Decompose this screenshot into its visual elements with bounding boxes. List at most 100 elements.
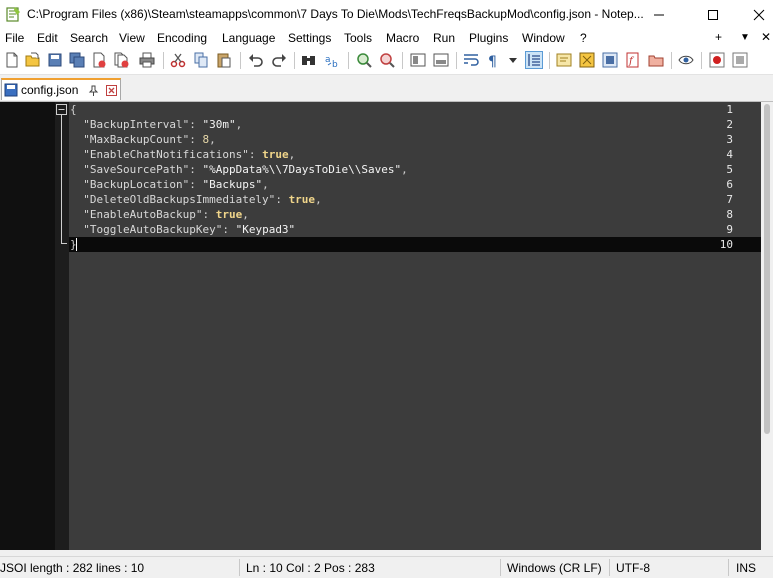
new-tab-plus-icon[interactable]: + bbox=[715, 30, 722, 44]
record-macro-icon[interactable] bbox=[709, 52, 725, 68]
code-line: "DeleteOldBackupsImmediately": true, bbox=[70, 192, 322, 207]
close-tab-icon[interactable] bbox=[106, 85, 117, 96]
menu-search[interactable]: Search bbox=[70, 31, 108, 45]
scrollbar-thumb[interactable] bbox=[764, 104, 770, 434]
menu-window[interactable]: Window bbox=[522, 31, 565, 45]
toolbar-separator bbox=[240, 52, 241, 69]
close-all-icon[interactable] bbox=[113, 52, 129, 68]
line-number: 7 bbox=[726, 193, 733, 206]
line-number: 9 bbox=[726, 223, 733, 236]
fold-line bbox=[61, 115, 62, 243]
tab-label: config.json bbox=[21, 83, 79, 97]
fold-end bbox=[61, 243, 67, 244]
menu-help[interactable]: ? bbox=[580, 31, 587, 45]
fold-collapse-icon[interactable] bbox=[56, 104, 67, 115]
code-token: , bbox=[235, 118, 243, 131]
code-line: "EnableAutoBackup": true, bbox=[70, 207, 249, 222]
folder-as-workspace-icon[interactable]: f bbox=[625, 52, 641, 68]
status-separator bbox=[500, 559, 501, 576]
sync-vertical-icon[interactable] bbox=[410, 52, 426, 68]
code-token: "BackupInterval" bbox=[83, 118, 190, 131]
code-line: "BackupLocation": "Backups", bbox=[70, 177, 268, 192]
status-eol[interactable]: Windows (CR LF) bbox=[507, 561, 602, 575]
copy-icon[interactable] bbox=[193, 52, 209, 68]
function-list-icon[interactable] bbox=[602, 52, 618, 68]
menu-run[interactable]: Run bbox=[433, 31, 455, 45]
menu-settings[interactable]: Settings bbox=[288, 31, 331, 45]
code-token: , bbox=[315, 193, 322, 206]
new-file-icon[interactable] bbox=[4, 52, 20, 68]
menu-tools[interactable]: Tools bbox=[344, 31, 372, 45]
line-number: 1 bbox=[726, 103, 733, 116]
redo-icon[interactable] bbox=[271, 52, 287, 68]
close-icon bbox=[753, 9, 765, 20]
code-token: true bbox=[262, 148, 289, 161]
menu-bar: File Edit Search View Encoding Language … bbox=[0, 29, 773, 48]
code-line: "EnableChatNotifications": true, bbox=[70, 147, 295, 162]
code-token: : bbox=[275, 193, 289, 206]
code-token: : bbox=[248, 148, 263, 161]
line-number: 8 bbox=[726, 208, 733, 221]
toolbar-separator bbox=[671, 52, 672, 69]
code-line: { bbox=[70, 102, 77, 117]
code-token: : bbox=[189, 178, 203, 191]
paste-icon[interactable] bbox=[216, 52, 232, 68]
menu-encoding[interactable]: Encoding bbox=[157, 31, 207, 45]
stop-macro-icon[interactable] bbox=[732, 52, 748, 68]
word-wrap-icon[interactable] bbox=[463, 52, 479, 68]
status-insert-mode[interactable]: INS bbox=[736, 561, 756, 575]
zoom-in-icon[interactable] bbox=[356, 52, 372, 68]
svg-text:¶: ¶ bbox=[488, 54, 497, 68]
undo-icon[interactable] bbox=[248, 52, 264, 68]
sync-horizontal-icon[interactable] bbox=[433, 52, 449, 68]
minimize-button[interactable] bbox=[636, 0, 682, 29]
tab-bar: config.json bbox=[0, 76, 773, 102]
tab-list-dropdown-icon[interactable]: ▼ bbox=[740, 32, 750, 43]
project-panel-icon[interactable] bbox=[648, 52, 664, 68]
indent-guide-icon[interactable] bbox=[525, 51, 543, 69]
fold-margin[interactable] bbox=[55, 102, 69, 550]
close-document-icon[interactable]: ✕ bbox=[761, 30, 771, 44]
vertical-scrollbar[interactable] bbox=[761, 102, 773, 550]
code-token: { bbox=[70, 103, 77, 116]
replace-icon[interactable]: ab bbox=[325, 52, 341, 68]
toolbar: ab ¶ f bbox=[0, 48, 773, 75]
close-window-button[interactable] bbox=[736, 0, 773, 29]
pin-icon[interactable] bbox=[88, 85, 99, 96]
udl-icon[interactable] bbox=[556, 52, 572, 68]
menu-plugins[interactable]: Plugins bbox=[469, 31, 508, 45]
status-encoding[interactable]: UTF-8 bbox=[616, 561, 650, 575]
monitoring-eye-icon[interactable] bbox=[678, 52, 694, 68]
zoom-out-icon[interactable] bbox=[379, 52, 395, 68]
status-bar: JSOI length : 282 lines : 10 Ln : 10 Col… bbox=[0, 556, 773, 578]
maximize-button[interactable] bbox=[690, 0, 736, 29]
show-all-chars-icon[interactable]: ¶ bbox=[486, 52, 502, 68]
code-editor[interactable]: 1 2 3 4 5 6 7 8 9 10 { "BackupInterval": "30m", "… bbox=[0, 102, 761, 550]
find-icon[interactable] bbox=[301, 52, 317, 68]
save-all-icon[interactable] bbox=[69, 52, 85, 68]
line-number: 6 bbox=[726, 178, 733, 191]
code-token: : bbox=[189, 118, 203, 131]
status-separator bbox=[239, 559, 240, 576]
save-icon[interactable] bbox=[47, 52, 63, 68]
menu-edit[interactable]: Edit bbox=[37, 31, 58, 45]
open-file-icon[interactable] bbox=[25, 52, 41, 68]
code-token: "%AppData%\\7DaysToDie\\Saves" bbox=[202, 163, 402, 176]
close-file-icon[interactable] bbox=[91, 52, 107, 68]
menu-view[interactable]: View bbox=[119, 31, 145, 45]
menu-file[interactable]: File bbox=[5, 31, 24, 45]
text-caret bbox=[76, 238, 77, 251]
cut-icon[interactable] bbox=[170, 52, 186, 68]
show-chars-dropdown-icon[interactable] bbox=[505, 52, 521, 68]
toolbar-separator bbox=[163, 52, 164, 69]
print-icon[interactable] bbox=[139, 52, 155, 68]
code-token: : bbox=[222, 223, 236, 236]
code-token: , bbox=[288, 148, 296, 161]
doc-map-icon[interactable] bbox=[579, 52, 595, 68]
menu-language[interactable]: Language bbox=[222, 31, 275, 45]
tab-config-json[interactable]: config.json bbox=[1, 78, 121, 100]
menu-macro[interactable]: Macro bbox=[386, 31, 419, 45]
